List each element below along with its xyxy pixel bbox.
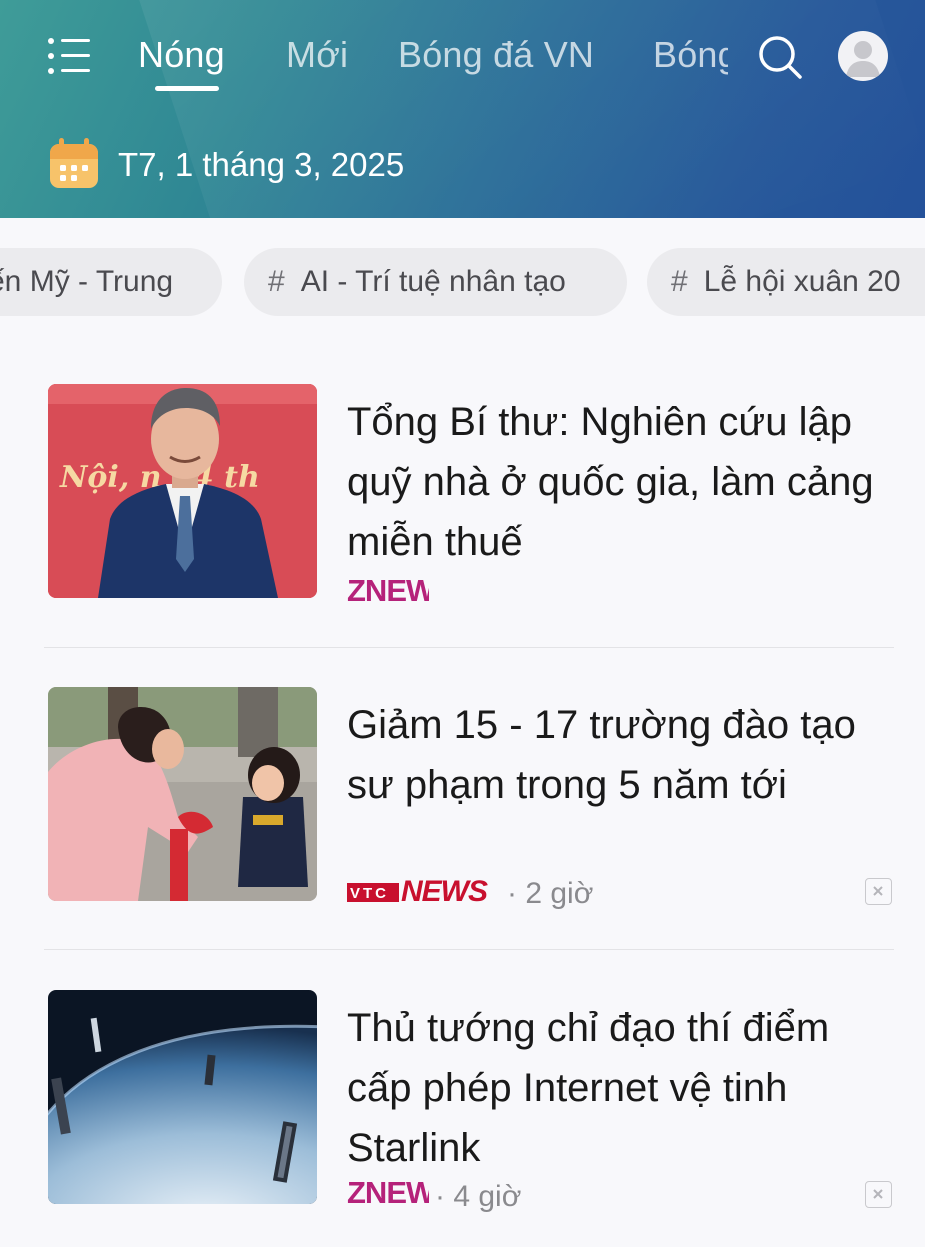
- article-item[interactable]: Nội, n 24 th Tổng Bí thư: Nghiên cứu lập…: [48, 384, 893, 608]
- topic-chip[interactable]: # AI - Trí tuệ nhân tạo: [244, 248, 627, 316]
- vtcnews-logo: VTC NEWS: [347, 875, 489, 908]
- topic-label: ến Mỹ - Trung: [0, 265, 174, 298]
- divider: [44, 949, 894, 950]
- user-avatar-icon[interactable]: [838, 31, 888, 81]
- topic-chips: ến Mỹ - Trung # AI - Trí tuệ nhân tạo # Lễ…: [0, 248, 925, 316]
- hashtag-icon: #: [671, 265, 688, 298]
- article-thumbnail: [48, 990, 317, 1204]
- znews-logo: ZNEWS: [347, 573, 455, 608]
- hashtag-icon: #: [268, 265, 285, 298]
- topic-label: Lễ hội xuân 20: [703, 265, 901, 298]
- article-meta: ZNEWS · 4 giờ: [347, 1175, 607, 1216]
- article-time: · 2 giờ: [507, 877, 594, 910]
- article-meta: VTC NEWS · 2 giờ: [347, 873, 647, 913]
- svg-text:NEWS: NEWS: [401, 875, 488, 905]
- tab-moi[interactable]: Mới: [286, 34, 348, 76]
- article-item[interactable]: Thủ tướng chỉ đạo thí điểm cấp phép Inte…: [48, 990, 893, 1213]
- article-item[interactable]: Giảm 15 - 17 trường đào tạo sư phạm tron…: [48, 687, 893, 910]
- search-icon[interactable]: [757, 34, 803, 80]
- topic-chip[interactable]: # Lễ hội xuân 20: [647, 248, 925, 316]
- topic-label: AI - Trí tuệ nhân tạo: [300, 265, 566, 298]
- dismiss-icon[interactable]: [865, 1181, 892, 1208]
- divider: [44, 647, 894, 648]
- top-header: Nóng Mới Bóng đá VN Bóng T7, 1 tháng 3, …: [0, 0, 925, 218]
- article-thumbnail: Nội, n 24 th: [48, 384, 317, 598]
- article-title[interactable]: Tổng Bí thư: Nghiên cứu lập quỹ nhà ở qu…: [347, 392, 893, 572]
- article-title[interactable]: Thủ tướng chỉ đạo thí điểm cấp phép Inte…: [347, 998, 893, 1178]
- dismiss-icon[interactable]: [865, 878, 892, 905]
- tab-nong[interactable]: Nóng: [138, 34, 225, 76]
- svg-text:ZNEWS: ZNEWS: [347, 1176, 429, 1208]
- current-date: T7, 1 tháng 3, 2025: [118, 146, 405, 183]
- article-time: · 4 giờ: [435, 1180, 522, 1213]
- tab-bong[interactable]: Bóng: [653, 34, 728, 76]
- svg-text:VTC: VTC: [350, 885, 389, 902]
- article-title[interactable]: Giảm 15 - 17 trường đào tạo sư phạm tron…: [347, 695, 893, 815]
- topic-chip[interactable]: ến Mỹ - Trung: [0, 248, 222, 316]
- calendar-icon: [48, 136, 100, 190]
- tab-bong-da-vn[interactable]: Bóng đá VN: [398, 34, 594, 76]
- menu-icon[interactable]: [48, 38, 92, 76]
- article-meta: ZNEWS: [347, 573, 455, 614]
- category-tabs: Nóng Mới Bóng đá VN Bóng: [138, 28, 728, 98]
- active-tab-indicator: [155, 86, 219, 91]
- article-thumbnail: [48, 687, 317, 901]
- svg-text:ZNEWS: ZNEWS: [347, 574, 429, 606]
- znews-logo: ZNEWS: [347, 1175, 455, 1210]
